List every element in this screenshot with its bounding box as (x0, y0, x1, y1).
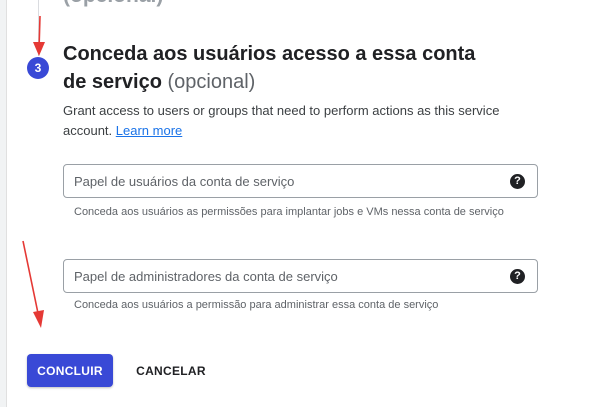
red-arrow-icon (33, 15, 45, 56)
red-arrow-icon (22, 240, 44, 328)
admins-role-field[interactable]: ? (63, 259, 538, 293)
step-description: Grant access to users or groups that nee… (63, 101, 523, 141)
admins-role-input[interactable] (64, 260, 510, 292)
admins-role-hint: Conceda aos usuários a permissão para ad… (74, 299, 439, 311)
help-circle-icon[interactable]: ? (510, 173, 525, 189)
step-title-text: Conceda aos usuários acesso a essa conta… (63, 43, 476, 93)
users-role-hint: Conceda aos usuários as permissões para … (74, 206, 504, 218)
learn-more-link[interactable]: Learn more (116, 123, 182, 138)
previous-step-heading: (opcional) (63, 0, 163, 8)
done-button[interactable]: CONCLUIR (27, 354, 113, 387)
step-title-optional: (opcional) (167, 71, 256, 93)
users-role-field[interactable]: ? (63, 164, 538, 198)
users-role-input[interactable] (64, 165, 510, 197)
step-number-badge: 3 (27, 57, 49, 79)
page-left-edge (0, 0, 7, 407)
cancel-button[interactable]: CANCELAR (126, 354, 216, 387)
help-circle-icon[interactable]: ? (510, 268, 525, 284)
step-title: Conceda aos usuários acesso a essa conta… (63, 40, 503, 96)
